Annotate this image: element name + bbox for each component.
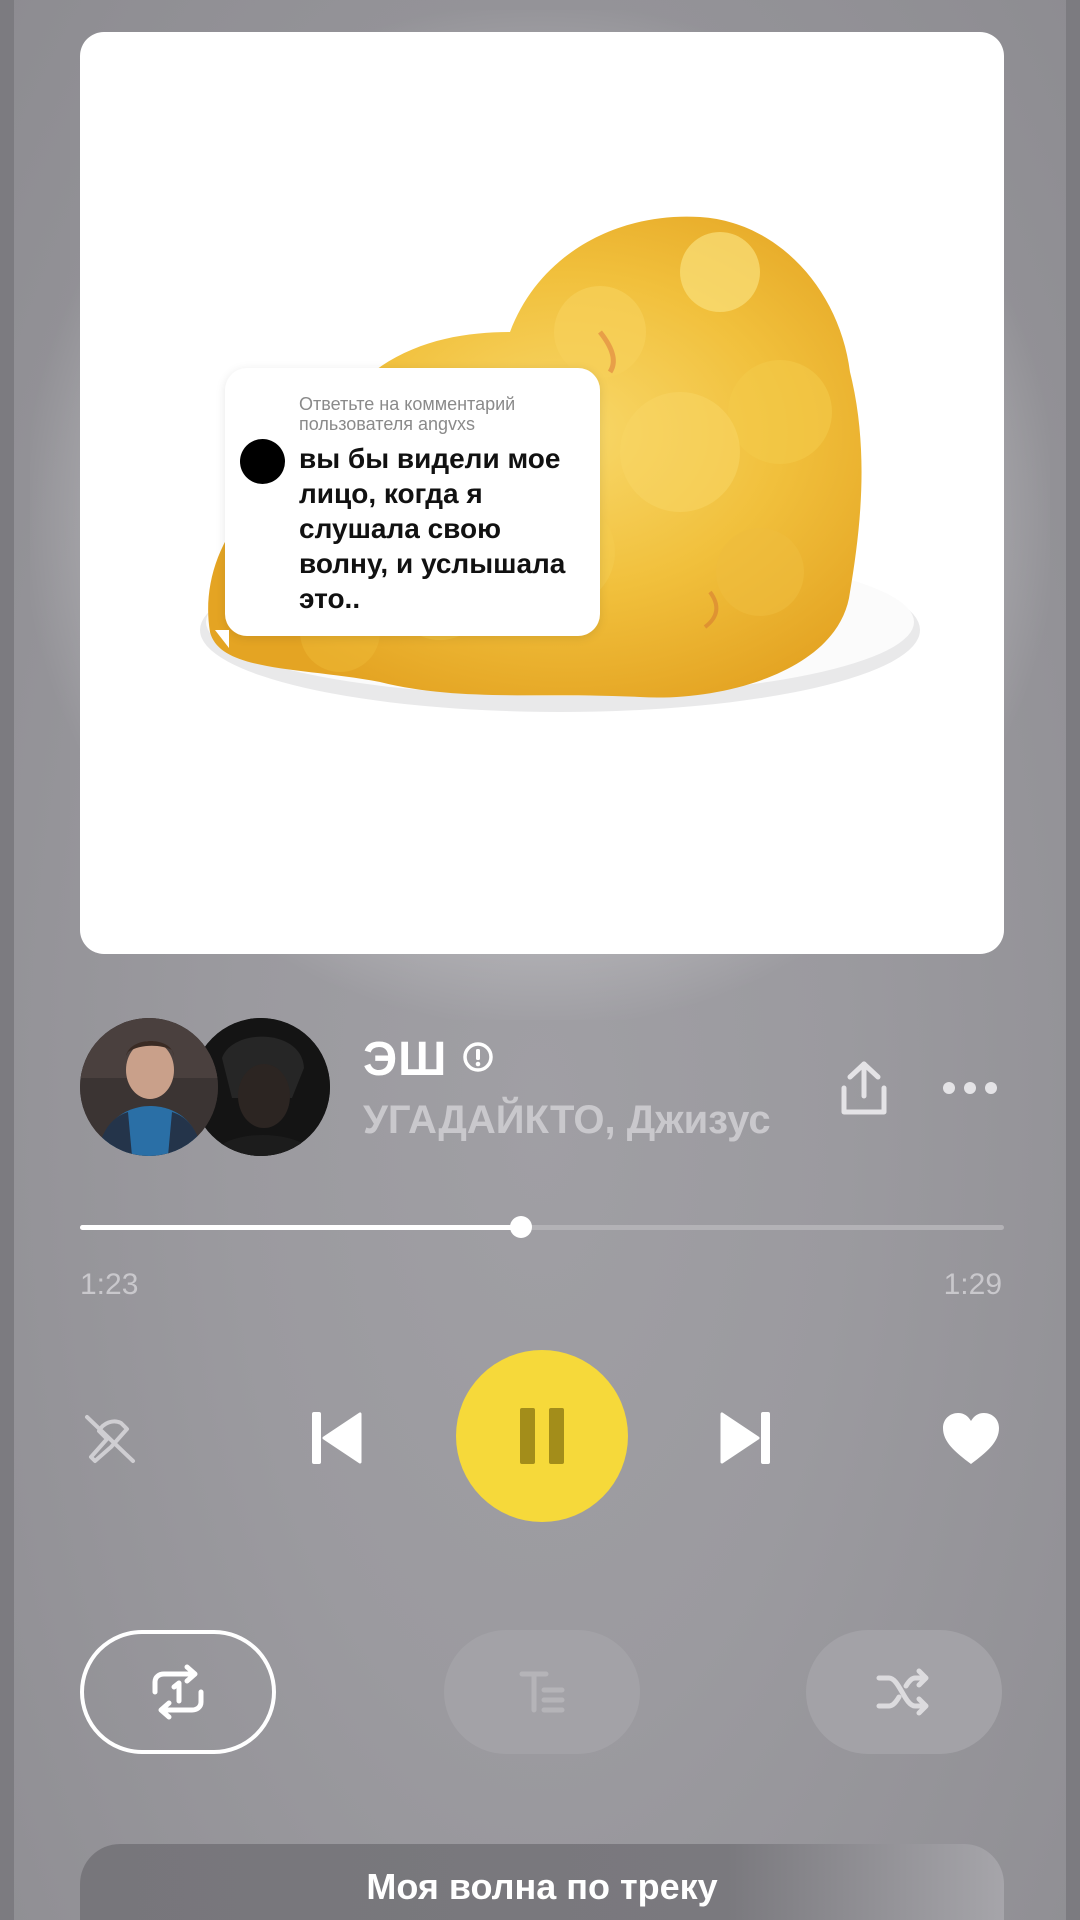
repeat-one-icon [152,1664,204,1720]
lyrics-icon [519,1671,565,1713]
elapsed-time: 1:23 [80,1268,139,1301]
comment-bubble-tail [215,630,229,648]
comment-text: вы бы видели мое лицо, когда я слушала с… [299,443,566,614]
lyrics-button[interactable] [444,1630,640,1754]
progress-bar[interactable] [80,1216,1004,1238]
next-track-button[interactable] [716,1408,776,1468]
more-dots-icon [943,1082,997,1094]
dislike-button[interactable] [80,1408,140,1468]
reply-comment-bubble[interactable]: Ответьте на комментарий пользователя ang… [215,368,600,648]
progress-bar-fill [80,1225,521,1230]
my-wave-by-track-label: Моя волна по треку [366,1866,718,1907]
like-button[interactable] [940,1410,1002,1468]
pause-icon [520,1408,564,1464]
share-icon [841,1061,887,1115]
pause-button[interactable] [456,1350,628,1522]
more-options-button[interactable] [940,1070,1000,1106]
my-wave-by-track-button[interactable]: Моя волна по треку [80,1844,1004,1920]
comment-reply-header: Ответьте на комментарий пользователя ang… [299,394,516,434]
track-title[interactable]: ЭШ [363,1032,447,1087]
dislike-icon [85,1415,135,1463]
artist-photo-1 [80,1018,218,1156]
previous-track-button[interactable] [306,1408,366,1468]
shuffle-button[interactable] [806,1630,1002,1754]
explicit-icon [463,1042,493,1072]
total-time: 1:29 [943,1268,1002,1301]
commenter-avatar [240,439,285,484]
share-button[interactable] [836,1058,892,1120]
repeat-one-button[interactable] [80,1630,276,1754]
track-artists[interactable]: УГАДАЙКТО, Джизус [363,1098,771,1143]
album-cover[interactable]: Ответьте на комментарий пользователя ang… [80,32,1004,954]
next-icon [720,1412,770,1464]
artist-avatar-ugadaykto[interactable] [80,1018,218,1156]
progress-bar-thumb[interactable] [509,1216,532,1238]
player-screen: Ответьте на комментарий пользователя ang… [0,0,1080,1920]
heart-icon [943,1413,999,1464]
shuffle-icon [876,1668,929,1716]
screen-edge-left [0,0,14,1920]
previous-icon [312,1412,362,1464]
screen-edge-right [1066,0,1080,1920]
